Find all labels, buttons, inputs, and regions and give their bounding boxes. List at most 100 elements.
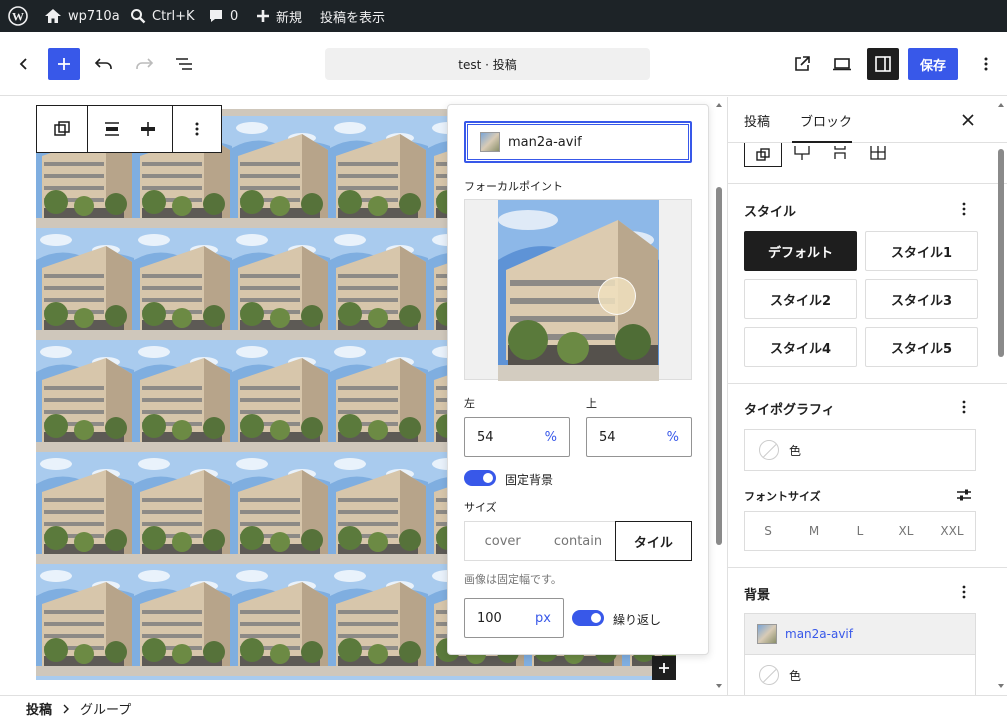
row-icon — [794, 146, 810, 160]
plus-icon — [659, 663, 669, 673]
document-title: test · 投稿 — [458, 57, 517, 72]
font-size-l[interactable]: L — [837, 512, 883, 550]
focal-point-handle[interactable] — [598, 277, 636, 315]
variation-row-button[interactable] — [790, 143, 814, 163]
variation-grid-button[interactable] — [866, 143, 890, 163]
canvas-scrollbar[interactable] — [712, 97, 726, 695]
size-option-cover[interactable]: cover — [465, 522, 540, 560]
add-block-button[interactable] — [652, 656, 676, 680]
size-label: サイズ — [464, 501, 497, 514]
undo-icon — [94, 58, 112, 69]
device-preview-button[interactable] — [826, 48, 858, 80]
background-color-control[interactable]: 色 — [744, 654, 976, 695]
media-thumbnail — [480, 132, 500, 152]
plus-icon — [257, 10, 269, 22]
sidebar-icon — [875, 56, 891, 72]
group-block-icon — [54, 121, 70, 136]
breadcrumb-current: グループ — [80, 703, 132, 718]
repeat-toggle[interactable] — [572, 610, 604, 626]
style-5-button[interactable]: スタイル5 — [865, 327, 978, 367]
background-image-control[interactable]: man2a-avif — [744, 613, 976, 655]
new-content-link[interactable]: 新規 — [256, 0, 302, 32]
focal-point-picker[interactable] — [464, 199, 692, 381]
style-4-button[interactable]: スタイル4 — [744, 327, 857, 367]
font-size-xl[interactable]: XL — [883, 512, 929, 550]
justify-center-icon — [141, 122, 155, 136]
plus-icon — [58, 58, 70, 70]
size-option-contain[interactable]: contain — [540, 522, 615, 560]
external-link-icon — [795, 56, 810, 71]
view-post-button[interactable] — [786, 48, 818, 80]
style-2-button[interactable]: スタイル2 — [744, 279, 857, 319]
chevron-right-icon — [63, 704, 70, 713]
left-label: 左 — [464, 397, 475, 410]
size-option-tile[interactable]: タイル — [614, 521, 692, 561]
align-button[interactable] — [94, 106, 130, 152]
admin-bar: W wp710a Ctrl+K 0 新規 投稿を表示 — [0, 0, 1007, 32]
style-default-button[interactable]: デフォルト — [744, 231, 857, 271]
comments-count: 0 — [230, 8, 239, 24]
sidebar-scrollbar[interactable] — [995, 97, 1007, 695]
variation-stack-button[interactable] — [828, 143, 852, 163]
document-overview-button[interactable] — [168, 48, 200, 80]
new-label: 新規 — [276, 10, 303, 26]
undo-button[interactable] — [88, 48, 120, 80]
redo-button[interactable] — [128, 48, 160, 80]
redo-icon — [136, 58, 154, 69]
block-inserter-button[interactable] — [48, 48, 80, 80]
fixed-background-toggle[interactable] — [464, 470, 496, 486]
command-palette-button[interactable]: Ctrl+K — [130, 0, 195, 32]
style-section-title: スタイル — [744, 205, 797, 220]
group-block-icon — [756, 147, 770, 161]
repeat-label: 繰り返し — [613, 613, 662, 627]
breadcrumb-root[interactable]: 投稿 — [26, 699, 52, 718]
back-button[interactable] — [8, 48, 40, 80]
wordpress-logo-icon[interactable]: W — [8, 0, 28, 32]
variation-group-button[interactable] — [744, 143, 782, 167]
comments-link[interactable]: 0 — [208, 0, 238, 32]
color-swatch-empty-icon — [759, 665, 779, 685]
document-bar[interactable]: test · 投稿 — [325, 48, 650, 80]
focal-left-input[interactable]: 54 % — [464, 417, 570, 457]
font-size-m[interactable]: M — [791, 512, 837, 550]
style-3-button[interactable]: スタイル3 — [865, 279, 978, 319]
media-replace-button[interactable]: man2a-avif — [464, 121, 692, 163]
more-vertical-icon — [195, 122, 199, 136]
tab-post[interactable]: 投稿 — [744, 111, 770, 130]
font-size-label: フォントサイズ — [744, 490, 821, 503]
background-width-input[interactable]: 100 px — [464, 598, 564, 638]
comment-icon — [210, 10, 222, 22]
background-image-thumbnail — [757, 624, 777, 644]
custom-font-size-button[interactable] — [952, 483, 976, 507]
text-color-control[interactable]: 色 — [744, 429, 976, 471]
top-label: 上 — [586, 397, 597, 410]
style-options-button[interactable] — [952, 197, 976, 221]
font-size-s[interactable]: S — [745, 512, 791, 550]
more-vertical-icon — [962, 202, 966, 216]
block-options-button[interactable] — [179, 106, 215, 152]
block-type-button[interactable] — [44, 106, 80, 152]
home-icon — [45, 9, 61, 23]
focal-preview-image — [498, 200, 659, 381]
settings-sliders-icon — [957, 489, 971, 501]
font-size-xxl[interactable]: XXL — [929, 512, 975, 550]
list-view-icon — [176, 58, 192, 70]
background-size-control: cover contain タイル — [464, 521, 692, 561]
settings-toggle-button[interactable] — [867, 48, 899, 80]
grid-icon — [870, 146, 886, 160]
typography-options-button[interactable] — [952, 395, 976, 419]
more-vertical-icon — [984, 57, 988, 71]
view-post-link[interactable]: 投稿を表示 — [320, 0, 385, 32]
font-size-picker: S M L XL XXL — [744, 511, 976, 551]
block-toolbar — [36, 105, 222, 153]
close-sidebar-button[interactable] — [952, 104, 984, 136]
focal-top-input[interactable]: 54 % — [586, 417, 692, 457]
justify-button[interactable] — [130, 106, 166, 152]
style-1-button[interactable]: スタイル1 — [865, 231, 978, 271]
tab-block[interactable]: ブロック — [800, 111, 852, 130]
options-button[interactable] — [970, 48, 1002, 80]
save-button[interactable]: 保存 — [908, 48, 958, 80]
search-icon — [131, 9, 146, 24]
background-options-button[interactable] — [952, 580, 976, 604]
site-name-link[interactable]: wp710a — [44, 0, 120, 32]
